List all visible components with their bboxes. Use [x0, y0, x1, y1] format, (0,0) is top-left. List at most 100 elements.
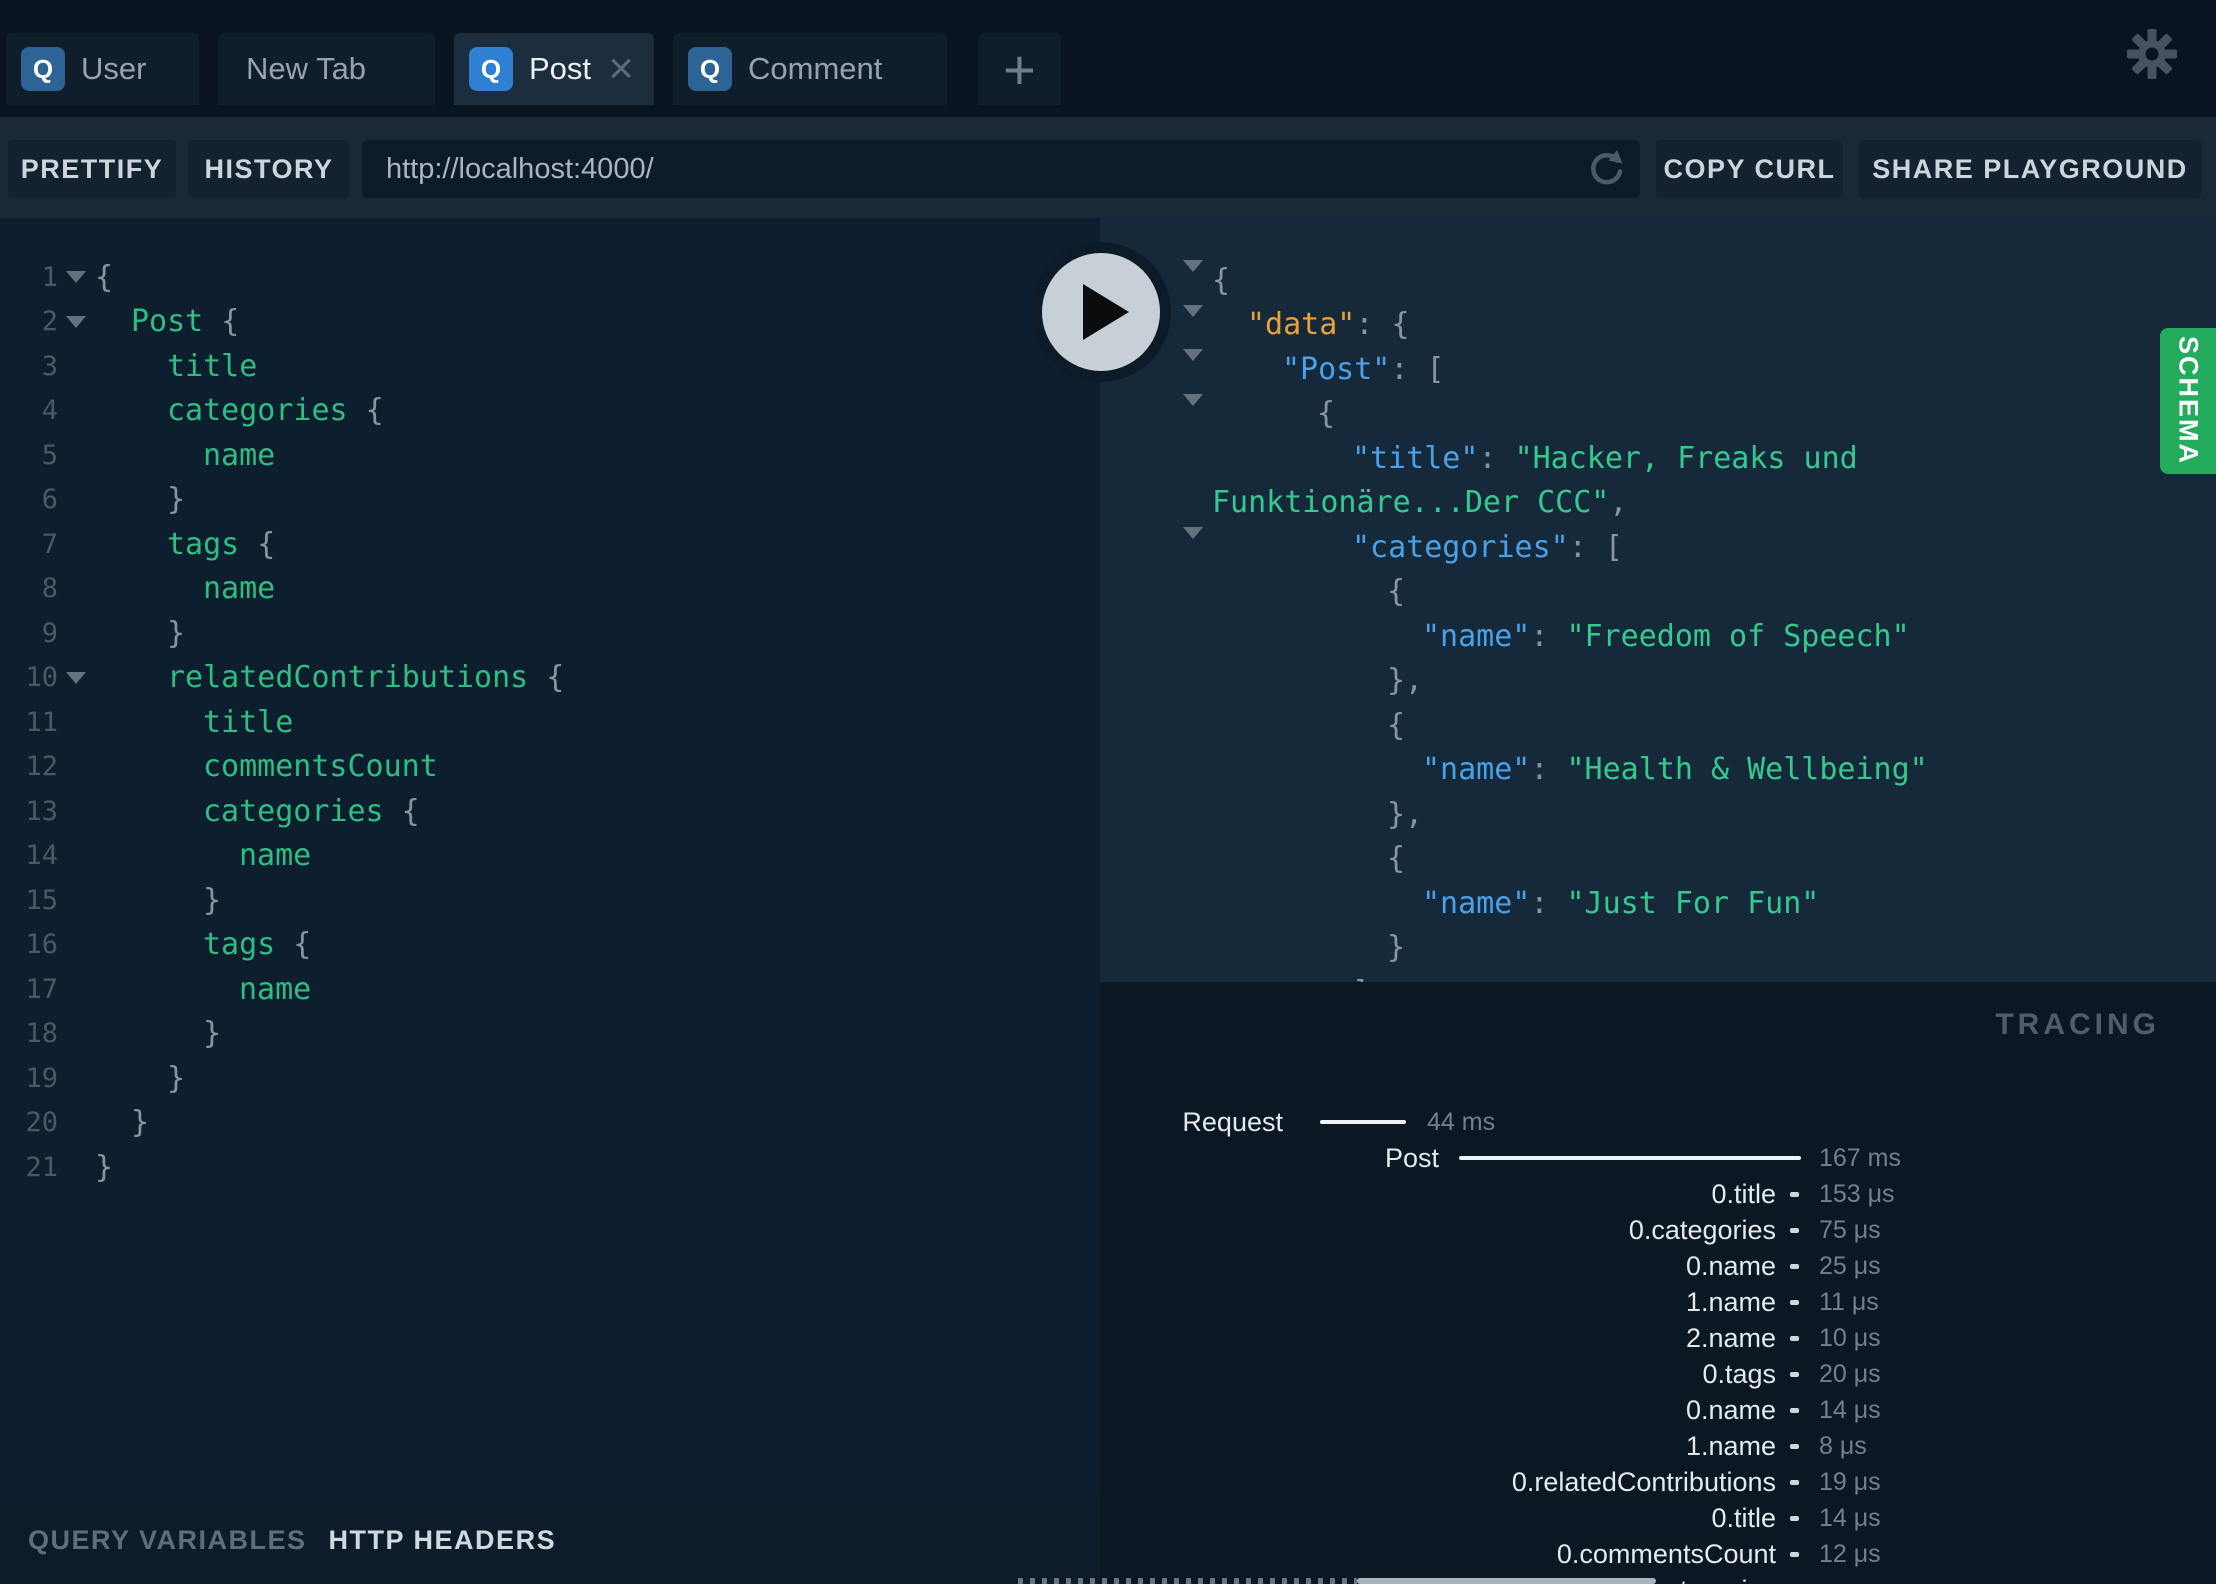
resolver-path-label: 0.tags	[1702, 1359, 1776, 1389]
code-text: }	[94, 1105, 149, 1140]
editor-line: 6}	[0, 478, 1100, 523]
editor-bottom-bar: QUERY VARIABLES HTTP HEADERS	[0, 1496, 1100, 1584]
toolbar: PRETTIFY HISTORY COPY CURL SHARE PLAYGRO…	[0, 117, 2216, 218]
tab-strip: Q User New Tab Q Post × Q Comment +	[6, 33, 1061, 105]
triangle-down-icon	[1183, 393, 1203, 441]
code-token: {	[383, 793, 420, 829]
code-text: commentsCount	[94, 749, 438, 784]
editor-line: 15}	[0, 878, 1100, 923]
code-text: "name": "Freedom of Speech"	[1100, 619, 1910, 654]
history-button[interactable]: HISTORY	[188, 140, 350, 198]
tracing-post-row: Post 167 ms	[1100, 1140, 2216, 1176]
editor-line: 1{	[0, 255, 1100, 300]
tracing-title: TRACING	[1995, 1008, 2160, 1041]
settings-gear-icon[interactable]	[2126, 28, 2178, 80]
editor-line: 2 Post {	[0, 300, 1100, 345]
editor-line: 4 categories {	[0, 389, 1100, 434]
code-token: categories	[203, 793, 384, 829]
editor-line: 16 tags {	[0, 923, 1100, 968]
line-number: 18	[25, 1018, 58, 1050]
response-line: "title": "Hacker, Freaks und	[1100, 436, 2216, 481]
code-text: categories {	[94, 393, 384, 428]
http-headers-tab[interactable]: HTTP HEADERS	[329, 1525, 557, 1556]
code-token: relatedContributions	[167, 660, 529, 696]
resolver-duration-tick	[1790, 1336, 1799, 1341]
close-tab-icon[interactable]: ×	[608, 47, 634, 91]
code-text: {	[1100, 841, 1405, 876]
code-text: name	[94, 438, 275, 473]
tracing-resolver-row: 0.relatedContributions 19 μs	[1100, 1464, 2216, 1500]
tab-comment[interactable]: Q Comment	[673, 33, 947, 105]
editor-line: 8 name	[0, 567, 1100, 612]
line-number: 2	[41, 306, 58, 338]
editor-line: 19}	[0, 1056, 1100, 1101]
fold-arrow-icon[interactable]	[58, 315, 94, 328]
code-token: }	[1387, 930, 1406, 966]
tab-user[interactable]: Q User	[6, 33, 199, 105]
share-playground-button[interactable]: SHARE PLAYGROUND	[1858, 140, 2202, 198]
play-icon	[1083, 284, 1129, 340]
code-text: tags {	[94, 527, 275, 562]
prettify-button[interactable]: PRETTIFY	[8, 140, 176, 198]
code-text: name	[94, 972, 311, 1007]
line-number: 5	[41, 439, 58, 471]
fold-arrow-icon[interactable]	[58, 671, 94, 684]
resolver-path-label: 0.title	[1711, 1503, 1776, 1533]
resolver-duration-tick	[1790, 1408, 1799, 1413]
code-token: tags	[167, 526, 240, 562]
copy-curl-button[interactable]: COPY CURL	[1656, 140, 1843, 198]
tracing-post-label: Post	[1384, 1143, 1439, 1173]
resolver-path-label: 0.name	[1685, 1251, 1776, 1281]
response-line: "name": "Health & Wellbeing"	[1100, 748, 2216, 793]
code-token: title	[167, 348, 258, 384]
tracing-post-bar	[1459, 1156, 1801, 1160]
response-line: "name": "Freedom of Speech"	[1100, 614, 2216, 659]
code-token: name	[203, 437, 276, 473]
code-text: "name": "Just For Fun"	[1100, 886, 1819, 921]
code-token: title	[203, 704, 294, 740]
line-number: 21	[25, 1151, 58, 1183]
response-line: {	[1100, 570, 2216, 615]
bottom-scrollbar-thumb[interactable]	[1357, 1578, 1656, 1584]
code-token: "Freedom of Speech"	[1566, 618, 1910, 654]
response-line: }	[1100, 926, 2216, 971]
code-text: Funktionäre...Der CCC",	[1100, 485, 1627, 520]
editor-line: 3 title	[0, 344, 1100, 389]
code-token: }	[131, 1105, 150, 1141]
query-editor[interactable]: 1{2 Post {3 title 4 categories {5 name 6} 7 tags…	[0, 218, 1100, 1496]
triangle-down-icon	[1183, 349, 1203, 396]
endpoint-url-wrap	[362, 140, 1640, 198]
response-line: },	[1100, 792, 2216, 837]
fold-arrow-icon[interactable]	[58, 271, 94, 284]
resolver-path-label: 0.title	[1711, 1179, 1776, 1209]
editor-line: 17 name	[0, 967, 1100, 1012]
resolver-duration: 75 μs	[1819, 1216, 1881, 1244]
schema-side-tab[interactable]: SCHEMA	[2160, 328, 2216, 474]
code-text: title	[94, 705, 293, 740]
code-text: }	[94, 482, 185, 517]
tracing-post-time: 167 ms	[1819, 1144, 1901, 1172]
triangle-down-icon	[66, 271, 86, 284]
code-token: Funktionäre...Der CCC"	[1212, 485, 1610, 521]
code-text: ]	[1100, 975, 1370, 982]
tab-post[interactable]: Q Post ×	[454, 33, 654, 105]
line-number: 15	[25, 884, 58, 916]
editor-line: 18}	[0, 1012, 1100, 1057]
execute-query-button[interactable]	[1031, 242, 1171, 382]
code-token: {	[347, 393, 384, 429]
reload-schema-icon[interactable]	[1584, 147, 1628, 191]
tab-label: Post	[529, 51, 592, 86]
resolver-duration-tick	[1790, 1552, 1799, 1557]
query-variables-tab[interactable]: QUERY VARIABLES	[28, 1525, 307, 1556]
code-token: name	[203, 571, 276, 607]
tab-label: New Tab	[246, 51, 367, 86]
bottom-scrollbar-track	[1018, 1578, 1357, 1584]
tracing-resolver-row: 1.name 8 μs	[1100, 1428, 2216, 1464]
line-number: 19	[25, 1062, 58, 1094]
resolver-duration-tick	[1790, 1480, 1799, 1485]
tab-new-tab[interactable]: New Tab	[218, 33, 435, 105]
line-number: 9	[41, 617, 58, 649]
resolver-duration: 8 μs	[1819, 1432, 1867, 1460]
new-tab-button[interactable]: +	[978, 33, 1061, 105]
endpoint-url-input[interactable]	[362, 140, 1640, 198]
